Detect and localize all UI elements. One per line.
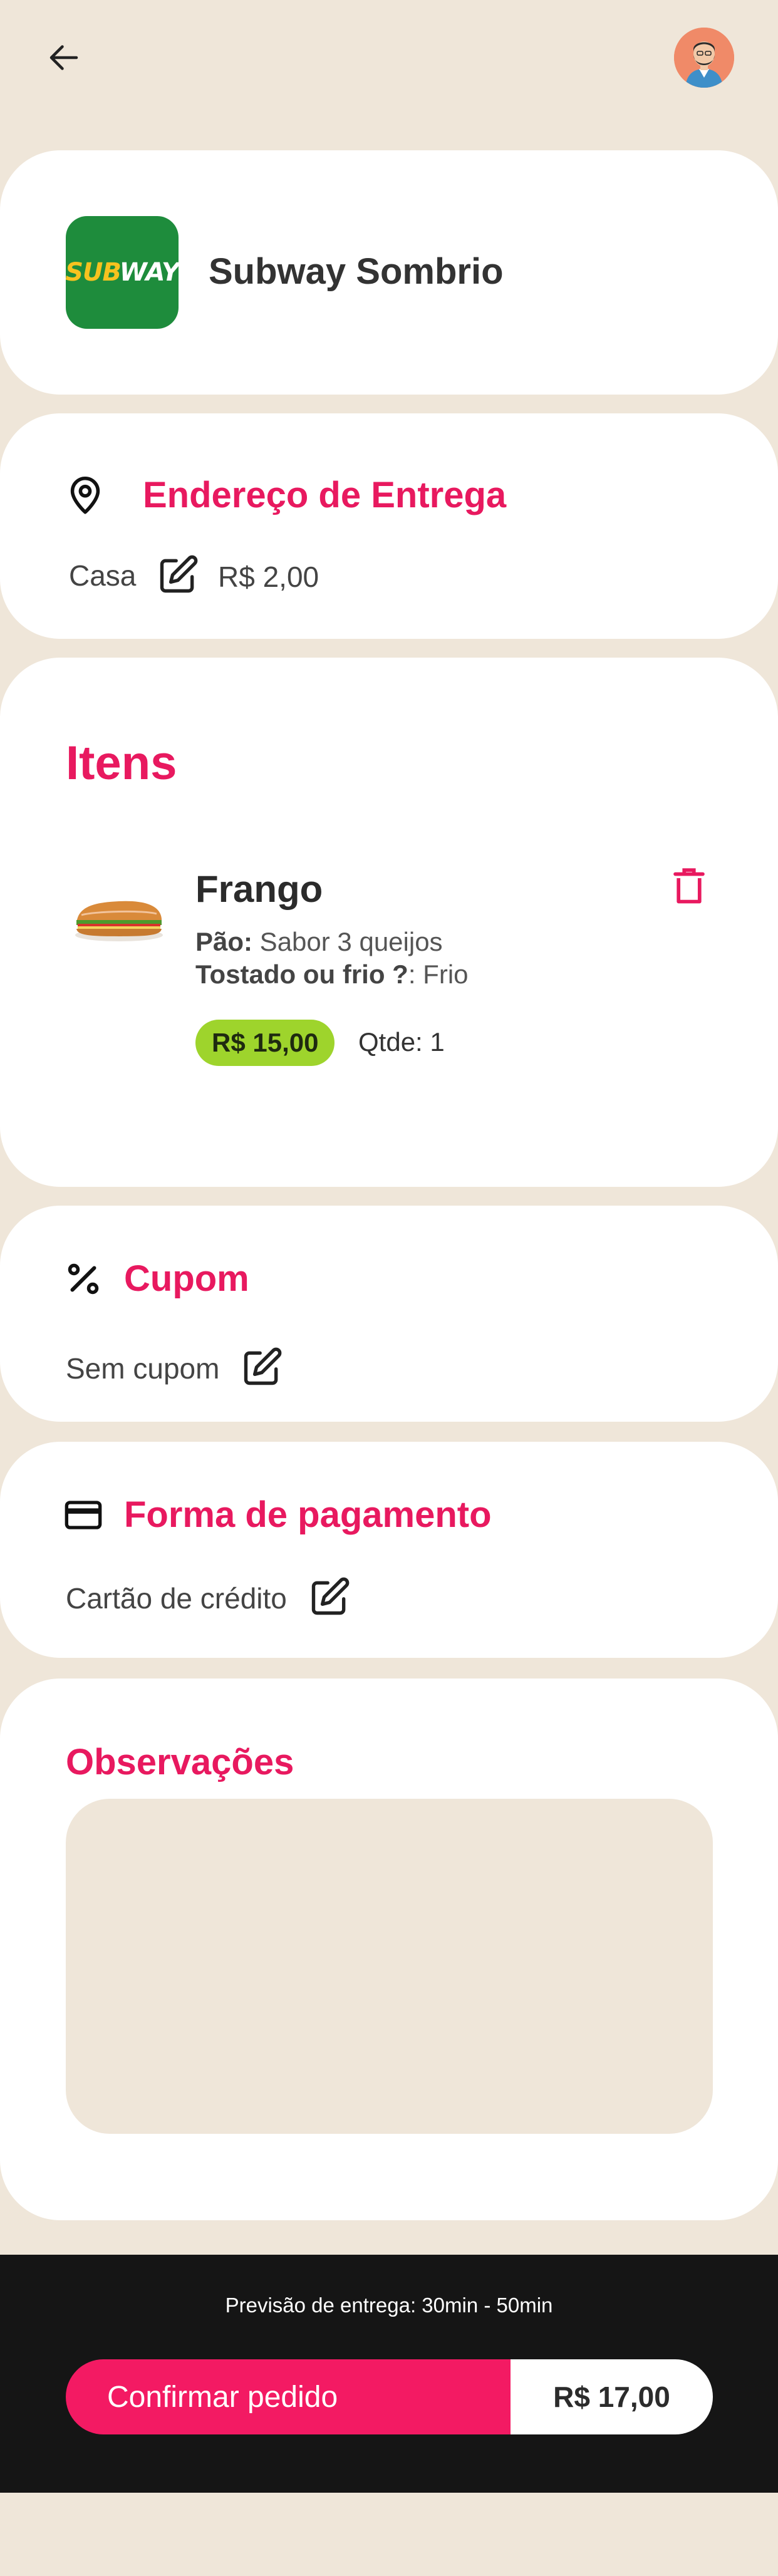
address-title: Endereço de Entrega bbox=[143, 475, 507, 515]
top-bar bbox=[0, 0, 778, 125]
address-label: Casa bbox=[69, 559, 137, 592]
order-total: R$ 17,00 bbox=[511, 2359, 713, 2434]
item-detail-toasted: Tostado ou frio ?: Frio bbox=[195, 960, 469, 990]
payment-card: Forma de pagamento Cartão de crédito bbox=[0, 1442, 778, 1658]
location-pin-icon bbox=[60, 470, 110, 520]
items-title: Itens bbox=[66, 737, 177, 790]
logo-text-way: WAY bbox=[119, 258, 180, 287]
notes-input[interactable] bbox=[66, 1799, 713, 2134]
payment-value: Cartão de crédito bbox=[66, 1582, 287, 1615]
delete-item-button[interactable] bbox=[667, 861, 711, 911]
arrow-left-icon bbox=[49, 45, 78, 70]
edit-payment-button[interactable] bbox=[307, 1575, 352, 1620]
item-detail-bread-label: Pão: bbox=[195, 927, 253, 956]
delivery-fee: R$ 2,00 bbox=[218, 561, 319, 593]
edit-address-button[interactable] bbox=[155, 552, 200, 597]
edit-icon bbox=[244, 1347, 282, 1385]
percent-icon bbox=[61, 1257, 105, 1301]
logo-text-sub: SUB bbox=[65, 258, 120, 287]
item-detail-bread-value: Sabor 3 queijos bbox=[252, 927, 443, 956]
notes-title: Observações bbox=[66, 1742, 294, 1782]
coupon-value: Sem cupom bbox=[66, 1352, 220, 1385]
trash-icon bbox=[673, 868, 705, 904]
item-price-badge: R$ 15,00 bbox=[195, 1020, 335, 1066]
address-card: Endereço de Entrega Casa R$ 2,00 bbox=[0, 413, 778, 639]
payment-title: Forma de pagamento bbox=[124, 1494, 492, 1535]
item-detail-toasted-label: Tostado ou frio ? bbox=[195, 960, 408, 989]
delivery-eta: Previsão de entrega: 30min - 50min bbox=[225, 2294, 553, 2317]
back-button[interactable] bbox=[39, 33, 89, 83]
edit-icon bbox=[311, 1577, 350, 1615]
store-logo: SUBWAY bbox=[65, 216, 180, 329]
item-name: Frango bbox=[195, 868, 323, 910]
edit-icon bbox=[160, 555, 198, 593]
item-detail-bread: Pão: Sabor 3 queijos bbox=[195, 927, 443, 957]
coupon-card: Cupom Sem cupom bbox=[0, 1206, 778, 1422]
credit-card-icon bbox=[61, 1493, 105, 1537]
coupon-title: Cupom bbox=[124, 1258, 249, 1299]
store-name: Subway Sombrio bbox=[209, 251, 504, 292]
sandwich-image bbox=[69, 880, 169, 949]
item-detail-toasted-value: : Frio bbox=[408, 960, 469, 989]
confirm-order-button[interactable]: Confirmar pedido bbox=[66, 2359, 511, 2434]
store-card: SUBWAY Subway Sombrio bbox=[0, 150, 778, 395]
item-quantity: Qtde: 1 bbox=[358, 1027, 445, 1057]
edit-coupon-button[interactable] bbox=[239, 1345, 284, 1390]
user-avatar-icon[interactable] bbox=[674, 28, 734, 88]
